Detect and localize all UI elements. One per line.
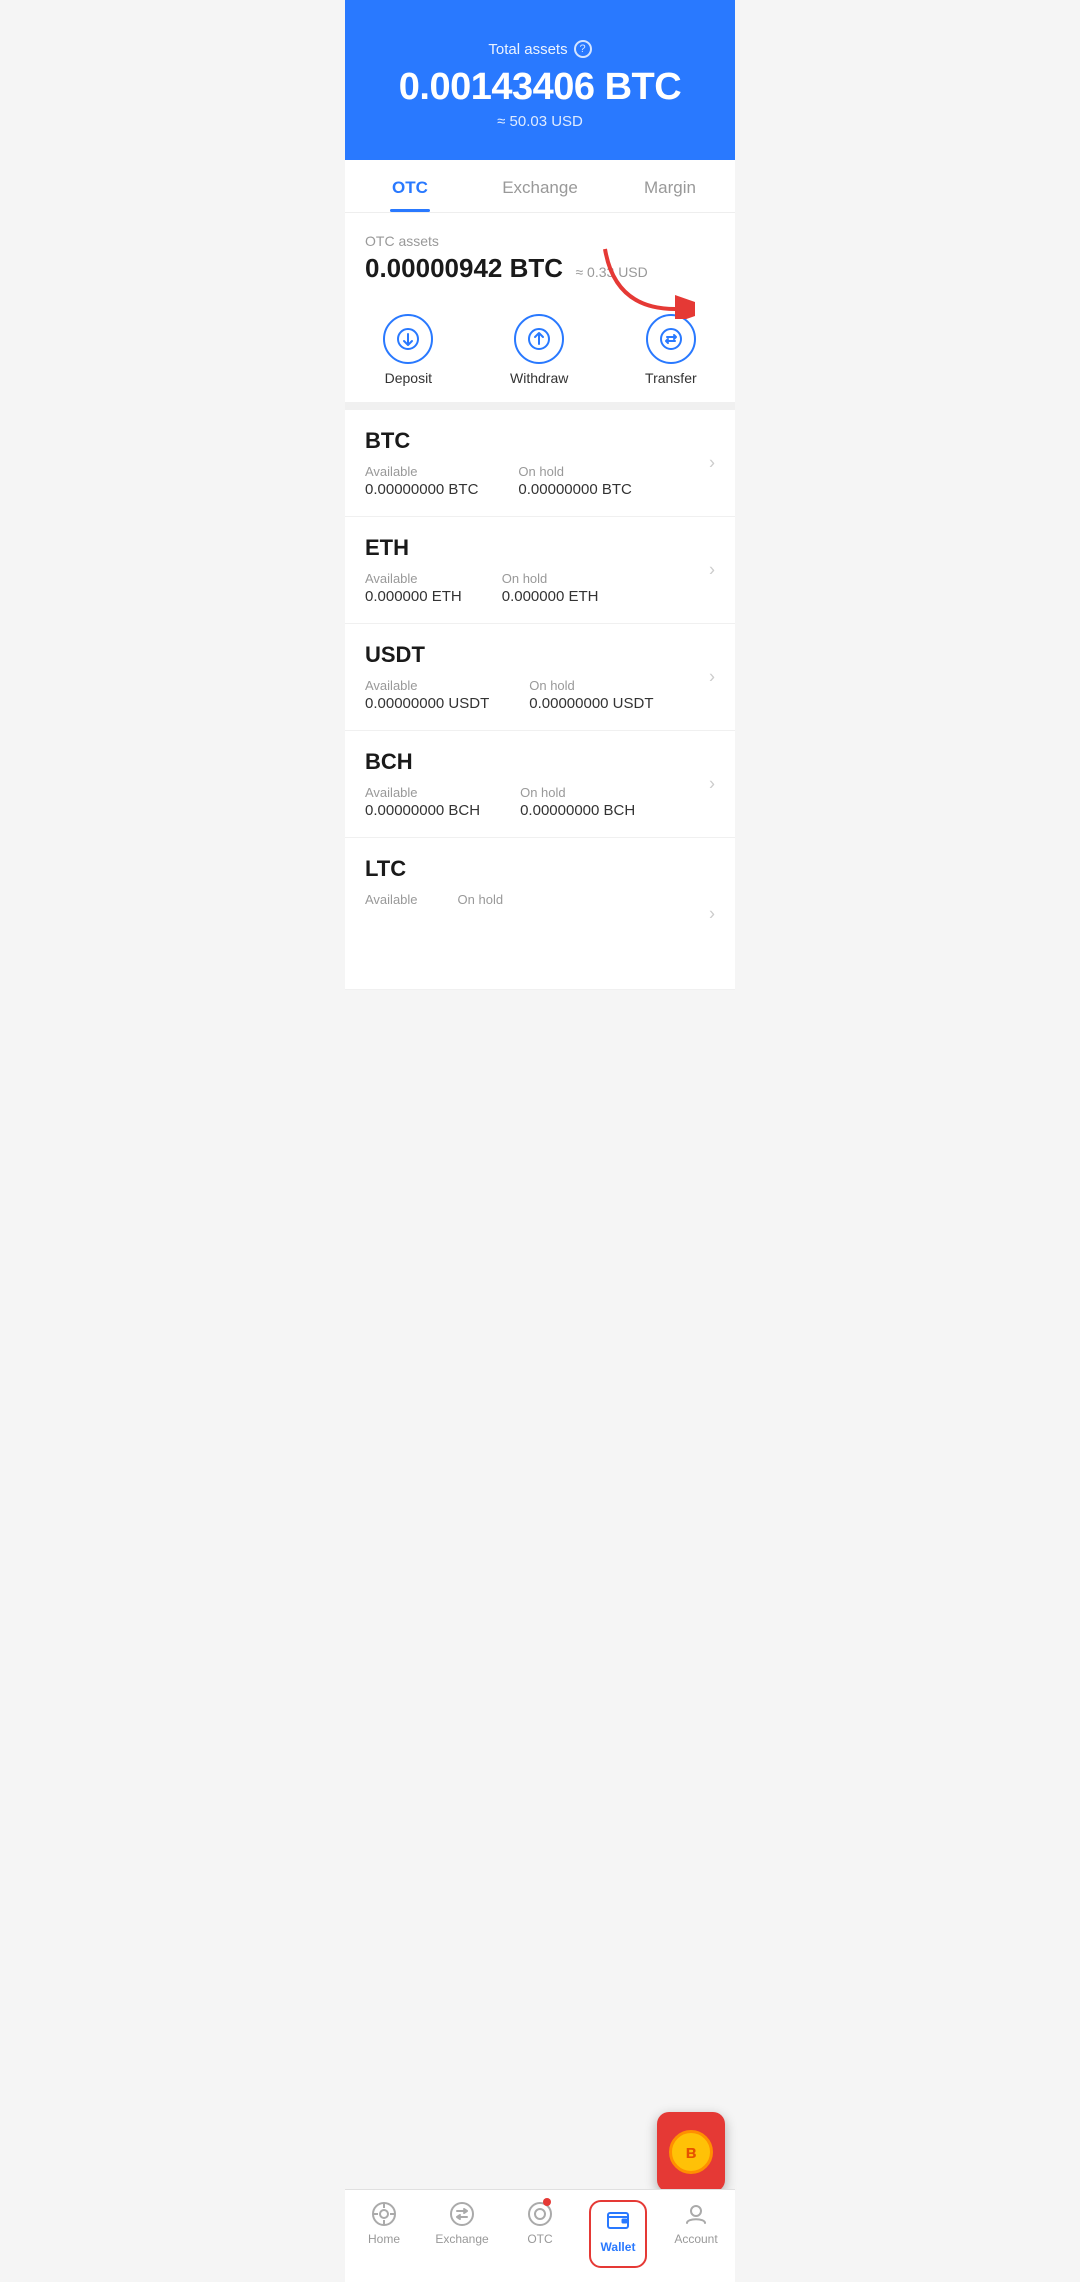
eth-onhold-value: 0.000000 ETH xyxy=(502,588,599,605)
transfer-label: Transfer xyxy=(645,370,697,386)
otc-section: OTC assets 0.00000942 BTC ≈ 0.33 USD xyxy=(345,213,735,294)
otc-nav-label: OTC xyxy=(527,2232,552,2246)
nav-exchange[interactable]: Exchange xyxy=(423,2190,501,2282)
otc-assets-label: OTC assets xyxy=(365,233,715,249)
total-amount: 0.00143406 BTC xyxy=(365,66,715,109)
otc-amount: 0.00000942 BTC xyxy=(365,253,563,283)
ltc-chevron: › xyxy=(709,903,715,924)
exchange-nav-label: Exchange xyxy=(435,2232,488,2246)
account-nav-label: Account xyxy=(674,2232,717,2246)
otc-notification-dot xyxy=(543,2198,551,2206)
section-divider xyxy=(345,402,735,410)
otc-usd: ≈ 0.33 USD xyxy=(575,264,647,280)
deposit-button[interactable]: Deposit xyxy=(383,314,433,386)
usdt-name: USDT xyxy=(365,642,715,668)
deposit-label: Deposit xyxy=(385,370,432,386)
btc-chevron: › xyxy=(709,453,715,474)
bch-name: BCH xyxy=(365,749,715,775)
tab-margin[interactable]: Margin xyxy=(605,160,735,212)
tab-exchange[interactable]: Exchange xyxy=(475,160,605,212)
nav-home[interactable]: Home xyxy=(345,2190,423,2282)
help-icon[interactable]: ? xyxy=(574,40,592,58)
ltc-available-label: Available xyxy=(365,892,418,907)
btc-name: BTC xyxy=(365,428,715,454)
btc-available-label: Available xyxy=(365,464,478,479)
btc-available-value: 0.00000000 BTC xyxy=(365,481,478,498)
nav-wallet[interactable]: Wallet xyxy=(579,2190,657,2282)
bch-available-label: Available xyxy=(365,785,480,800)
home-icon xyxy=(370,2200,398,2228)
eth-name: ETH xyxy=(365,535,715,561)
bottom-nav: Home Exchange OTC xyxy=(345,2189,735,2282)
withdraw-button[interactable]: Withdraw xyxy=(510,314,568,386)
header: Total assets ? 0.00143406 BTC ≈ 50.03 US… xyxy=(345,0,735,160)
deposit-icon xyxy=(383,314,433,364)
withdraw-label: Withdraw xyxy=(510,370,568,386)
withdraw-icon xyxy=(514,314,564,364)
total-assets-label: Total assets xyxy=(488,41,567,58)
tab-otc[interactable]: OTC xyxy=(345,160,475,212)
ltc-name: LTC xyxy=(365,856,715,882)
usdt-available-label: Available xyxy=(365,678,489,693)
wallet-nav-label: Wallet xyxy=(601,2240,636,2254)
total-usd: ≈ 50.03 USD xyxy=(365,113,715,130)
currency-item-ltc[interactable]: LTC Available On hold › xyxy=(345,838,735,990)
transfer-button[interactable]: Transfer xyxy=(645,314,697,386)
nav-account[interactable]: Account xyxy=(657,2190,735,2282)
currency-item-bch[interactable]: BCH Available 0.00000000 BCH On hold 0.0… xyxy=(345,731,735,838)
currency-item-eth[interactable]: ETH Available 0.000000 ETH On hold 0.000… xyxy=(345,517,735,624)
exchange-icon xyxy=(448,2200,476,2228)
eth-available-value: 0.000000 ETH xyxy=(365,588,462,605)
bch-onhold-value: 0.00000000 BCH xyxy=(520,802,635,819)
floating-card[interactable]: ʙ xyxy=(657,2112,725,2192)
bch-chevron: › xyxy=(709,774,715,795)
bch-available-value: 0.00000000 BCH xyxy=(365,802,480,819)
floating-coin-icon: ʙ xyxy=(669,2130,713,2174)
usdt-available-value: 0.00000000 USDT xyxy=(365,695,489,712)
actions-bar: Deposit Withdraw Transfer xyxy=(345,294,735,402)
account-icon xyxy=(682,2200,710,2228)
usdt-onhold-value: 0.00000000 USDT xyxy=(529,695,653,712)
home-nav-label: Home xyxy=(368,2232,400,2246)
eth-available-label: Available xyxy=(365,571,462,586)
btc-onhold-label: On hold xyxy=(518,464,631,479)
eth-onhold-label: On hold xyxy=(502,571,599,586)
ltc-onhold-label: On hold xyxy=(458,892,504,907)
currency-item-btc[interactable]: BTC Available 0.00000000 BTC On hold 0.0… xyxy=(345,410,735,517)
nav-otc[interactable]: OTC xyxy=(501,2190,579,2282)
btc-onhold-value: 0.00000000 BTC xyxy=(518,481,631,498)
currency-item-usdt[interactable]: USDT Available 0.00000000 USDT On hold 0… xyxy=(345,624,735,731)
transfer-icon xyxy=(646,314,696,364)
currency-list: BTC Available 0.00000000 BTC On hold 0.0… xyxy=(345,410,735,990)
eth-chevron: › xyxy=(709,560,715,581)
usdt-chevron: › xyxy=(709,667,715,688)
bch-onhold-label: On hold xyxy=(520,785,635,800)
tabs: OTC Exchange Margin xyxy=(345,160,735,213)
usdt-onhold-label: On hold xyxy=(529,678,653,693)
wallet-icon xyxy=(604,2206,632,2234)
